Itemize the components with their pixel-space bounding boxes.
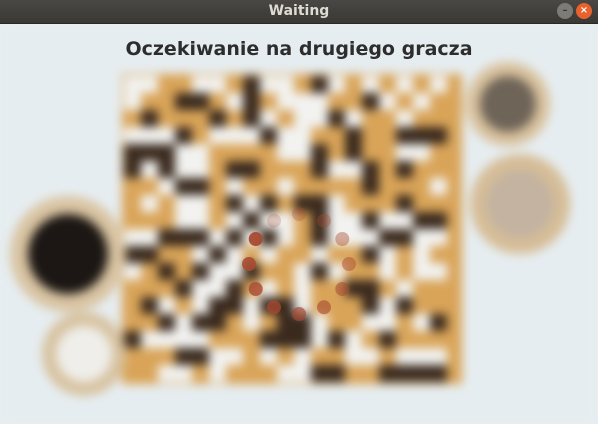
spinner-dot (317, 300, 331, 315)
spinner-dot (335, 232, 350, 246)
spinner-dot (292, 307, 306, 321)
spinner-dot (267, 300, 281, 315)
spinner-dot (248, 232, 263, 246)
spinner-dot (248, 282, 263, 296)
spinner-dot (342, 257, 356, 271)
close-icon[interactable]: × (576, 3, 592, 19)
loading-spinner-icon (242, 207, 356, 321)
spinner-dot (335, 282, 350, 296)
window-title: Waiting (268, 3, 330, 19)
waiting-window: Waiting – × Oczekiwanie na drugiego grac… (0, 0, 598, 424)
spinner-dot (267, 213, 281, 228)
minimize-icon[interactable]: – (557, 3, 573, 19)
spinner-dot (292, 207, 306, 221)
waiting-content: Oczekiwanie na drugiego gracza (0, 24, 598, 424)
title-bar[interactable]: Waiting – × (0, 0, 598, 24)
spinner-dot (317, 213, 331, 228)
spinner-dot (242, 257, 256, 271)
